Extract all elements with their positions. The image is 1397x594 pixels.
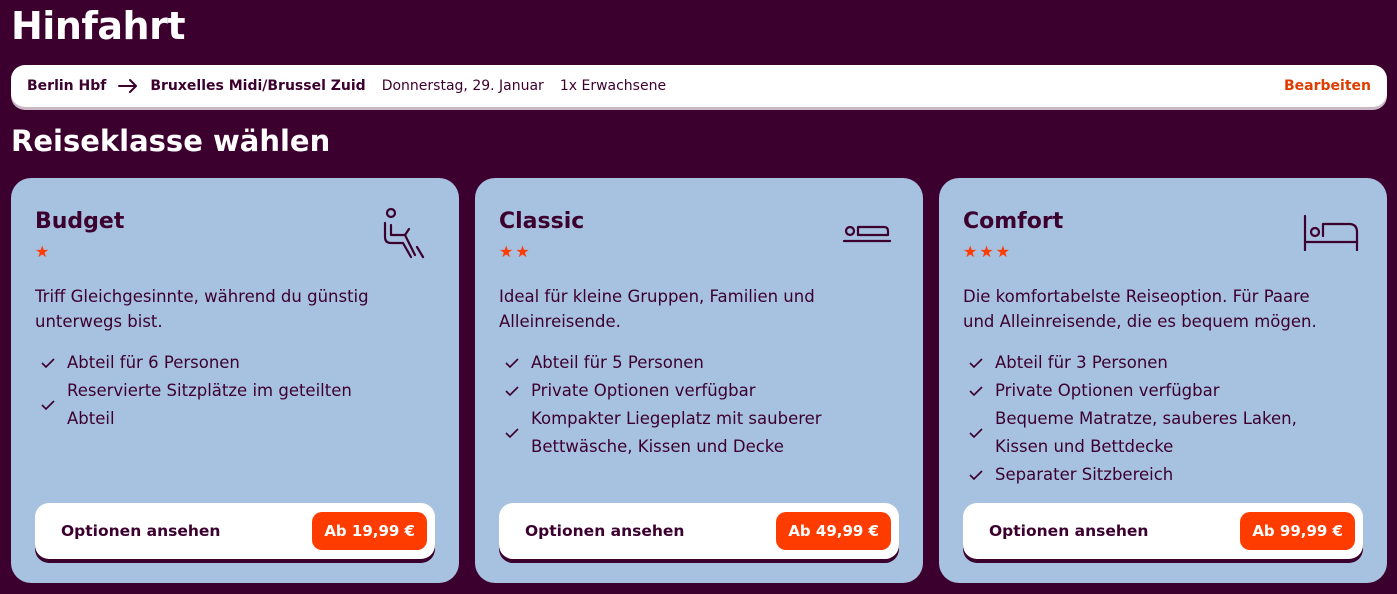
feature-text: Bequeme Matratze, sauberes Laken, Kissen… xyxy=(995,409,1297,456)
price-badge: Ab 19,99 € xyxy=(312,512,427,550)
view-options-button[interactable]: Optionen ansehen Ab 49,99 € xyxy=(499,503,899,559)
page-title: Hinfahrt xyxy=(11,4,186,48)
check-icon xyxy=(969,386,987,396)
check-icon xyxy=(505,386,523,396)
feature-text: Separater Sitzbereich xyxy=(995,465,1174,484)
check-icon xyxy=(969,358,987,368)
feature-item: Abteil für 5 Personen xyxy=(499,349,899,377)
passenger-count: 1x Erwachsene xyxy=(559,78,667,94)
price-badge: Ab 49,99 € xyxy=(776,512,891,550)
feature-list: Abteil für 3 Personen Private Optionen v… xyxy=(963,349,1363,489)
section-title: Reiseklasse wählen xyxy=(11,124,331,158)
travel-date: Donnerstag, 29. Januar xyxy=(381,78,544,94)
price-badge: Ab 99,99 € xyxy=(1240,512,1355,550)
feature-text: Abteil für 3 Personen xyxy=(995,353,1168,372)
class-card-comfort: Comfort ★★★ Die komfortabelste Reiseopti… xyxy=(939,178,1387,583)
feature-text: Abteil für 5 Personen xyxy=(531,353,704,372)
view-options-label: Optionen ansehen xyxy=(61,522,221,540)
journey-summary-bar: Berlin Hbf Bruxelles Midi/Brussel Zuid D… xyxy=(11,65,1387,107)
arrow-right-icon xyxy=(118,79,138,93)
edit-journey-link[interactable]: Bearbeiten xyxy=(1284,78,1371,94)
origin-station: Berlin Hbf xyxy=(27,78,107,94)
feature-item: Bequeme Matratze, sauberes Laken, Kissen… xyxy=(963,405,1363,461)
feature-text: Private Optionen verfügbar xyxy=(995,381,1220,400)
couchette-icon xyxy=(839,206,895,262)
class-card-classic: Classic ★★ Ideal für kleine Gruppen, Fam… xyxy=(475,178,923,583)
check-icon xyxy=(505,428,523,438)
class-description: Ideal für kleine Gruppen, Familien und A… xyxy=(499,287,815,331)
feature-text: Abteil für 6 Personen xyxy=(67,353,240,372)
check-icon xyxy=(41,358,59,368)
feature-text: Reservierte Sitzplätze im geteilten Abte… xyxy=(67,381,352,428)
view-options-label: Optionen ansehen xyxy=(989,522,1149,540)
feature-text: Kompakter Liegeplatz mit sauberer Bettwä… xyxy=(531,409,822,456)
class-description: Die komfortabelste Reiseoption. Für Paar… xyxy=(963,287,1317,331)
class-card-budget: Budget ★ Triff Gleichgesinnte, während d… xyxy=(11,178,459,583)
feature-item: Private Optionen verfügbar xyxy=(499,377,899,405)
feature-item: Private Optionen verfügbar xyxy=(963,377,1363,405)
check-icon xyxy=(41,400,59,410)
feature-item: Reservierte Sitzplätze im geteilten Abte… xyxy=(35,377,435,433)
destination-station: Bruxelles Midi/Brussel Zuid xyxy=(150,78,366,94)
check-icon xyxy=(505,358,523,368)
check-icon xyxy=(969,470,987,480)
class-description: Triff Gleichgesinnte, während du günstig… xyxy=(35,287,369,331)
view-options-button[interactable]: Optionen ansehen Ab 19,99 € xyxy=(35,503,435,559)
bed-icon xyxy=(1303,206,1359,262)
feature-list: Abteil für 6 Personen Reservierte Sitzpl… xyxy=(35,349,435,433)
feature-item: Abteil für 6 Personen xyxy=(35,349,435,377)
view-options-label: Optionen ansehen xyxy=(525,522,685,540)
feature-item: Abteil für 3 Personen xyxy=(963,349,1363,377)
feature-item: Kompakter Liegeplatz mit sauberer Bettwä… xyxy=(499,405,899,461)
feature-item: Separater Sitzbereich xyxy=(963,461,1363,489)
view-options-button[interactable]: Optionen ansehen Ab 99,99 € xyxy=(963,503,1363,559)
feature-text: Private Optionen verfügbar xyxy=(531,381,756,400)
seat-icon xyxy=(375,206,431,262)
check-icon xyxy=(969,428,987,438)
feature-list: Abteil für 5 Personen Private Optionen v… xyxy=(499,349,899,461)
